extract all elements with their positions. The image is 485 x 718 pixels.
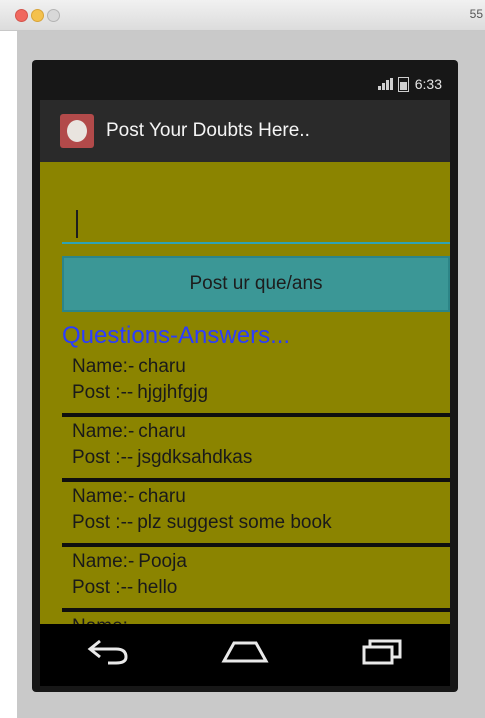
post-label: Post :--	[72, 577, 134, 598]
post-value: hello	[137, 577, 178, 598]
minimize-window-button[interactable]	[31, 9, 44, 22]
status-bar: 6:33	[40, 72, 450, 98]
name-value: Pooja	[138, 551, 187, 572]
zoom-window-button[interactable]	[47, 9, 60, 22]
app-title: Post Your Doubts Here..	[106, 120, 310, 141]
home-icon[interactable]	[215, 637, 275, 673]
window-titlebar: 55	[0, 0, 485, 31]
window-title: 55	[469, 7, 483, 21]
post-label: Post :--	[72, 382, 134, 403]
recents-icon[interactable]	[352, 637, 412, 673]
post-value: hjgjhfgjg	[137, 382, 209, 403]
name-label: Name:-	[72, 616, 134, 624]
name-label: Name:-	[72, 551, 135, 572]
post-label: Post :--	[72, 512, 134, 533]
close-window-button[interactable]	[15, 9, 28, 22]
list-item[interactable]: Name:- charu Post :-- hjgjhfgjg	[62, 352, 450, 417]
battery-icon	[397, 76, 409, 92]
main-content: Post ur que/ans Questions-Answers... Nam…	[40, 162, 450, 624]
post-label: Post :--	[72, 447, 134, 468]
back-icon[interactable]	[78, 637, 138, 673]
clock: 6:33	[414, 76, 442, 92]
name-label: Name:-	[72, 421, 135, 442]
post-value: plz suggest some book	[137, 512, 332, 533]
name-label: Name:-	[72, 486, 135, 507]
name-value: charu	[138, 486, 186, 507]
text-cursor	[76, 210, 78, 238]
questions-heading: Questions-Answers...	[62, 322, 291, 349]
app-logo-icon	[60, 114, 94, 148]
name-value: charu	[138, 421, 186, 442]
list-item[interactable]: Name:- charu Post :-- jsgdksahdkas	[62, 417, 450, 482]
signal-icon	[377, 78, 393, 90]
list-item[interactable]: Name:- charu Post :-- plz suggest some boo…	[62, 482, 450, 547]
name-value: charu	[138, 356, 186, 377]
action-bar: Post Your Doubts Here..	[40, 100, 450, 162]
navigation-bar	[40, 624, 450, 686]
post-button[interactable]: Post ur que/ans	[62, 256, 450, 312]
post-value: jsgdksahdkas	[137, 447, 253, 468]
post-input[interactable]	[62, 200, 450, 244]
posts-list[interactable]: Name:- charu Post :-- hjgjhfgjg Name:- char…	[62, 352, 450, 624]
name-label: Name:-	[72, 356, 135, 377]
list-item[interactable]: Name:- Pooja Post :-- hello	[62, 547, 450, 612]
list-item[interactable]: Name:-	[62, 612, 450, 624]
